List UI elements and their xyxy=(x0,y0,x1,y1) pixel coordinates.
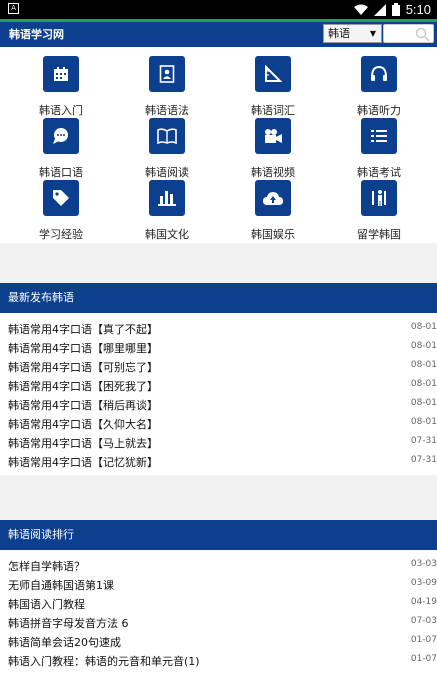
category-label: 韩国文化 xyxy=(145,228,189,241)
category-label: 韩语语法 xyxy=(145,104,189,117)
article-title[interactable]: 韩语常用4字口语【困死我了】 xyxy=(8,378,158,394)
article-date: 08-01 xyxy=(410,322,437,332)
cloud-upload-icon xyxy=(255,180,291,216)
list-item[interactable]: 韩语常用4字口语【哪里哪里】 08-01 xyxy=(0,338,437,357)
list-icon xyxy=(361,118,397,154)
tag-icon xyxy=(43,180,79,216)
category-hanyu-kaoshi[interactable]: 韩语考试 xyxy=(339,118,419,179)
article-date: 03-03 xyxy=(410,559,437,569)
category-grid: 韩语入门 韩语语法 韩语词汇 韩语听力 韩语口语 韩语阅读 韩语视频 韩语考试 … xyxy=(0,47,437,243)
signal-icon xyxy=(373,3,386,16)
site-title[interactable]: 韩语学习网 xyxy=(9,26,64,42)
list-item[interactable]: 无师自通韩国语第1课 03-09 xyxy=(0,575,437,594)
video-camera-icon xyxy=(255,118,291,154)
article-title[interactable]: 韩语常用4字口语【可别忘了】 xyxy=(8,359,158,375)
article-date: 07-31 xyxy=(410,455,437,465)
ranking-section-heading: 韩语阅读排行 xyxy=(0,520,437,550)
list-item[interactable]: 韩语入门教程：韩语的元音和单元音(1) 01-07 xyxy=(0,651,437,670)
list-item[interactable]: 韩国语入门教程 04-19 xyxy=(0,594,437,613)
list-item[interactable]: 韩语简单会话20句速成 01-07 xyxy=(0,632,437,651)
ranking-heading-text: 韩语阅读排行 xyxy=(8,528,74,541)
bar-chart-icon xyxy=(149,180,185,216)
category-label: 韩语阅读 xyxy=(145,166,189,179)
latest-section-heading: 最新发布韩语 xyxy=(0,283,437,313)
clock: 5:10 xyxy=(405,2,431,17)
notification-icon: A xyxy=(8,3,19,14)
category-hanguo-wenhua[interactable]: 韩国文化 xyxy=(127,180,207,241)
chat-bubble-icon xyxy=(43,118,79,154)
list-item[interactable]: 韩语常用4字口语【久仰大名】 08-01 xyxy=(0,414,437,433)
search-icon[interactable] xyxy=(415,27,430,42)
article-title[interactable]: 怎样自学韩语？ xyxy=(8,558,85,574)
category-label: 韩语考试 xyxy=(357,166,401,179)
article-title[interactable]: 韩语常用4字口语【真了不起】 xyxy=(8,321,158,337)
search-input[interactable] xyxy=(383,24,434,43)
list-item[interactable]: 韩语拼音字母发音方法 6 07-03 xyxy=(0,613,437,632)
category-label: 韩国娱乐 xyxy=(251,228,295,241)
category-label: 留学韩国 xyxy=(357,228,401,241)
category-hanyu-rumen[interactable]: 韩语入门 xyxy=(21,56,101,117)
battery-icon xyxy=(391,3,400,16)
language-select-value: 韩语 xyxy=(328,27,350,40)
list-item[interactable]: 韩语常用4字口语【困死我了】 08-01 xyxy=(0,376,437,395)
site-header: 韩语学习网 韩语 ▼ xyxy=(0,22,437,47)
article-title[interactable]: 韩语常用4字口语【记忆犹新】 xyxy=(8,454,158,470)
article-date: 08-01 xyxy=(410,417,437,427)
category-hanyu-cihui[interactable]: 韩语词汇 xyxy=(233,56,313,117)
language-select[interactable]: 韩语 ▼ xyxy=(323,24,382,43)
ruler-icon xyxy=(255,56,291,92)
article-title[interactable]: 韩语常用4字口语【马上就去】 xyxy=(8,435,158,451)
list-item[interactable]: 韩语常用4字口语【记忆犹新】 07-31 xyxy=(0,452,437,471)
category-label: 韩语听力 xyxy=(357,104,401,117)
article-title[interactable]: 韩国语入门教程 xyxy=(8,596,85,612)
article-date: 08-01 xyxy=(410,398,437,408)
ranking-list: 怎样自学韩语？ 03-03 无师自通韩国语第1课 03-09 韩国语入门教程 0… xyxy=(0,550,437,675)
list-item[interactable]: 韩语常用4字口语【稍后再谈】 08-01 xyxy=(0,395,437,414)
article-date: 04-19 xyxy=(410,597,437,607)
category-hanyu-tingli[interactable]: 韩语听力 xyxy=(339,56,419,117)
article-title[interactable]: 无师自通韩国语第1课 xyxy=(8,577,114,593)
article-date: 01-07 xyxy=(410,635,437,645)
article-date: 07-03 xyxy=(410,616,437,626)
category-label: 韩语口语 xyxy=(39,166,83,179)
article-date: 01-07 xyxy=(410,654,437,664)
latest-heading-text: 最新发布韩语 xyxy=(8,291,74,304)
wifi-icon xyxy=(353,4,368,15)
headphones-icon xyxy=(361,56,397,92)
latest-list: 韩语常用4字口语【真了不起】 08-01 韩语常用4字口语【哪里哪里】 08-0… xyxy=(0,313,437,475)
category-label: 韩语视频 xyxy=(251,166,295,179)
calendar-icon xyxy=(43,56,79,92)
category-label: 韩语入门 xyxy=(39,104,83,117)
category-hanguo-yule[interactable]: 韩国娱乐 xyxy=(233,180,313,241)
status-icons: 5:10 xyxy=(353,1,431,18)
category-hanyu-yuedu[interactable]: 韩语阅读 xyxy=(127,118,207,179)
category-hanyu-yufa[interactable]: 韩语语法 xyxy=(127,56,207,117)
article-title[interactable]: 韩语拼音字母发音方法 6 xyxy=(8,615,129,631)
article-title[interactable]: 韩语简单会话20句速成 xyxy=(8,634,121,650)
article-date: 08-01 xyxy=(410,360,437,370)
article-title[interactable]: 韩语入门教程：韩语的元音和单元音(1) xyxy=(8,653,200,669)
person-icon xyxy=(361,180,397,216)
status-bar: A 5:10 xyxy=(0,0,437,19)
category-label: 韩语词汇 xyxy=(251,104,295,117)
category-liuxue-hanguo[interactable]: 留学韩国 xyxy=(339,180,419,241)
category-hanyu-shipin[interactable]: 韩语视频 xyxy=(233,118,313,179)
list-item[interactable]: 怎样自学韩语？ 03-03 xyxy=(0,556,437,575)
caret-down-icon: ▼ xyxy=(369,29,376,38)
article-title[interactable]: 韩语常用4字口语【久仰大名】 xyxy=(8,416,158,432)
open-book-icon xyxy=(149,118,185,154)
article-date: 08-01 xyxy=(410,341,437,351)
contact-book-icon xyxy=(149,56,185,92)
list-item[interactable]: 韩语常用4字口语【真了不起】 08-01 xyxy=(0,319,437,338)
category-hanyu-kouyu[interactable]: 韩语口语 xyxy=(21,118,101,179)
article-title[interactable]: 韩语常用4字口语【哪里哪里】 xyxy=(8,340,158,356)
article-date: 08-01 xyxy=(410,379,437,389)
category-xuexi-jingyan[interactable]: 学习经验 xyxy=(21,180,101,241)
category-label: 学习经验 xyxy=(39,228,83,241)
article-date: 07-31 xyxy=(410,436,437,446)
list-item[interactable]: 韩语常用4字口语【马上就去】 07-31 xyxy=(0,433,437,452)
list-item[interactable]: 韩语常用4字口语【可别忘了】 08-01 xyxy=(0,357,437,376)
article-date: 03-09 xyxy=(410,578,437,588)
article-title[interactable]: 韩语常用4字口语【稍后再谈】 xyxy=(8,397,158,413)
